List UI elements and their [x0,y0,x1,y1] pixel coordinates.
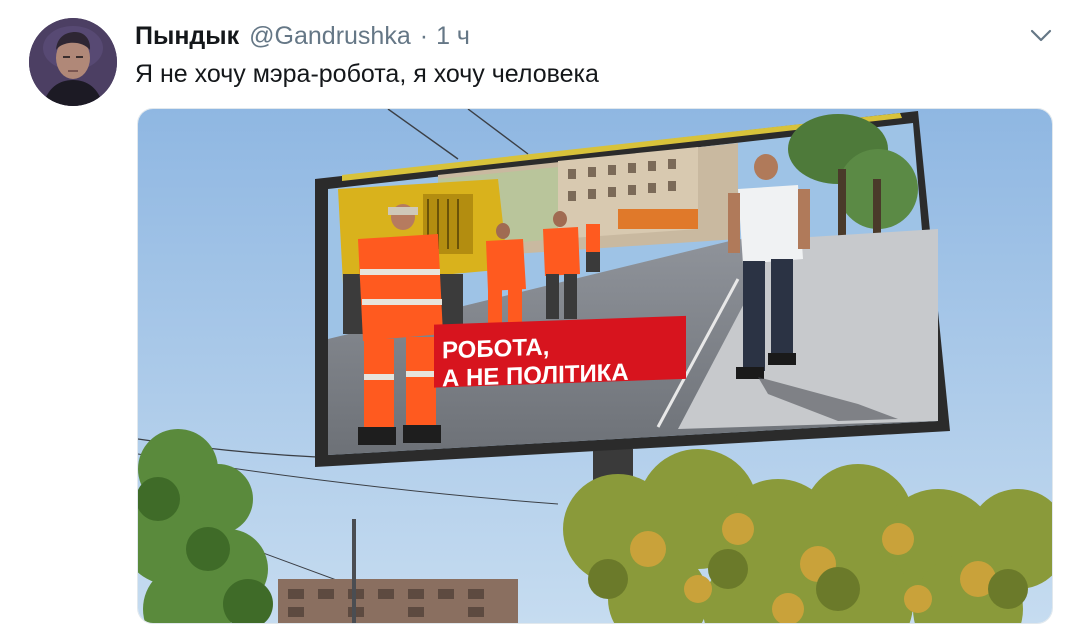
tweet-card[interactable]: Пындык @Gandrushka · 1 ч Я не хочу мэра-… [0,0,1080,638]
tweet-text: Я не хочу мэра-робота, я хочу человека [135,60,599,88]
avatar[interactable] [29,18,117,106]
timestamp[interactable]: 1 ч [436,22,470,51]
billboard-slogan-line1: РОБОТА, [442,334,549,365]
user-handle[interactable]: @Gandrushka [249,22,411,51]
separator-dot: · [419,22,429,50]
tweet-header: Пындык @Gandrushka · 1 ч [135,22,1020,52]
chevron-down-icon[interactable] [1026,24,1056,48]
display-name[interactable]: Пындык [135,22,239,51]
tweet-photo[interactable]: РОБОТА, А НЕ ПОЛІТИКА [137,108,1053,624]
